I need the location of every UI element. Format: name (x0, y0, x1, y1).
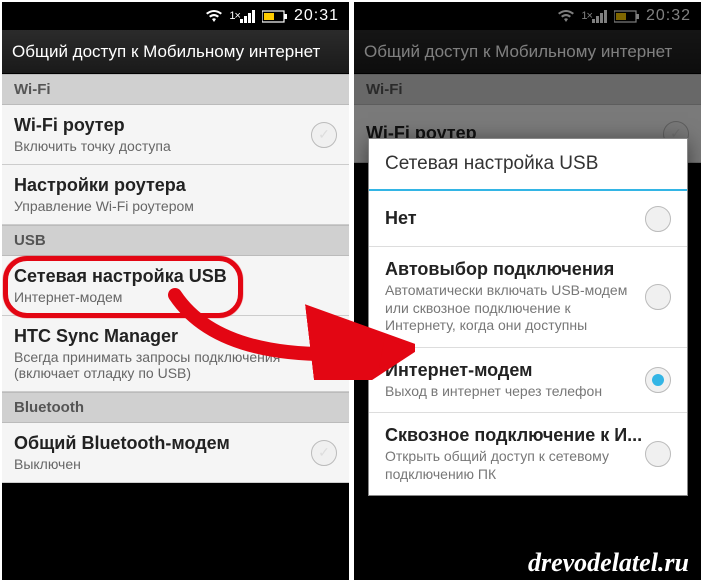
checkbox-icon[interactable] (311, 122, 337, 148)
checkbox-icon[interactable] (311, 341, 337, 367)
checkbox-icon[interactable] (311, 440, 337, 466)
option-subtitle: Открыть общий доступ к сетевому подключе… (385, 448, 645, 483)
page-title: Общий доступ к Мобильному интернет (2, 30, 349, 74)
item-subtitle: Включить точку доступа (14, 138, 311, 154)
dialog-option-none[interactable]: Нет (369, 191, 687, 247)
dialog-option-passthrough[interactable]: Сквозное подключение к И... Открыть общи… (369, 413, 687, 495)
item-usb-net[interactable]: Сетевая настройка USB Интернет-модем (2, 256, 349, 316)
option-subtitle: Автоматически включать USB-модем или скв… (385, 282, 645, 335)
item-title: Wi-Fi роутер (14, 115, 311, 136)
settings-list: Wi-Fi Wi-Fi роутер Включить точку доступ… (2, 74, 349, 483)
option-title: Сквозное подключение к И... (385, 425, 645, 446)
watermark: drevodelatel.ru (528, 548, 689, 578)
dialog-option-auto[interactable]: Автовыбор подключения Автоматически вклю… (369, 247, 687, 348)
option-subtitle: Выход в интернет через телефон (385, 383, 602, 401)
item-htc-sync[interactable]: HTC Sync Manager Всегда принимать запрос… (2, 316, 349, 392)
item-wifi-router[interactable]: Wi-Fi роутер Включить точку доступа (2, 105, 349, 165)
option-title: Интернет-модем (385, 360, 602, 381)
radio-icon[interactable] (645, 206, 671, 232)
phone-left: 1× 20:31 Общий доступ к Мобильному интер… (2, 2, 349, 580)
option-title: Нет (385, 208, 417, 229)
battery-icon (262, 10, 288, 23)
usb-dialog: Сетевая настройка USB Нет Автовыбор подк… (368, 138, 688, 496)
radio-icon[interactable] (645, 284, 671, 310)
item-title: Сетевая настройка USB (14, 266, 337, 287)
item-title: Общий Bluetooth-модем (14, 433, 311, 454)
item-subtitle: Интернет-модем (14, 289, 337, 305)
status-bar: 1× 20:31 (2, 2, 349, 30)
item-subtitle: Всегда принимать запросы подключения (вк… (14, 349, 311, 381)
item-title: HTC Sync Manager (14, 326, 311, 347)
item-bt-modem[interactable]: Общий Bluetooth-модем Выключен (2, 423, 349, 483)
item-title: Настройки роутера (14, 175, 337, 196)
dialog-title: Сетевая настройка USB (369, 139, 687, 191)
dialog-option-modem[interactable]: Интернет-модем Выход в интернет через те… (369, 348, 687, 414)
signal-icon: 1× (229, 9, 256, 23)
clock: 20:31 (294, 7, 339, 25)
wifi-icon (205, 9, 223, 23)
option-title: Автовыбор подключения (385, 259, 645, 280)
phone-right: 1× 20:32 Общий доступ к Мобильному интер… (354, 2, 701, 580)
radio-icon-selected[interactable] (645, 367, 671, 393)
section-usb: USB (2, 225, 349, 256)
section-bluetooth: Bluetooth (2, 392, 349, 423)
item-router-settings[interactable]: Настройки роутера Управление Wi-Fi роуте… (2, 165, 349, 225)
radio-icon[interactable] (645, 441, 671, 467)
item-subtitle: Управление Wi-Fi роутером (14, 198, 337, 214)
section-wifi: Wi-Fi (2, 74, 349, 105)
item-subtitle: Выключен (14, 456, 311, 472)
